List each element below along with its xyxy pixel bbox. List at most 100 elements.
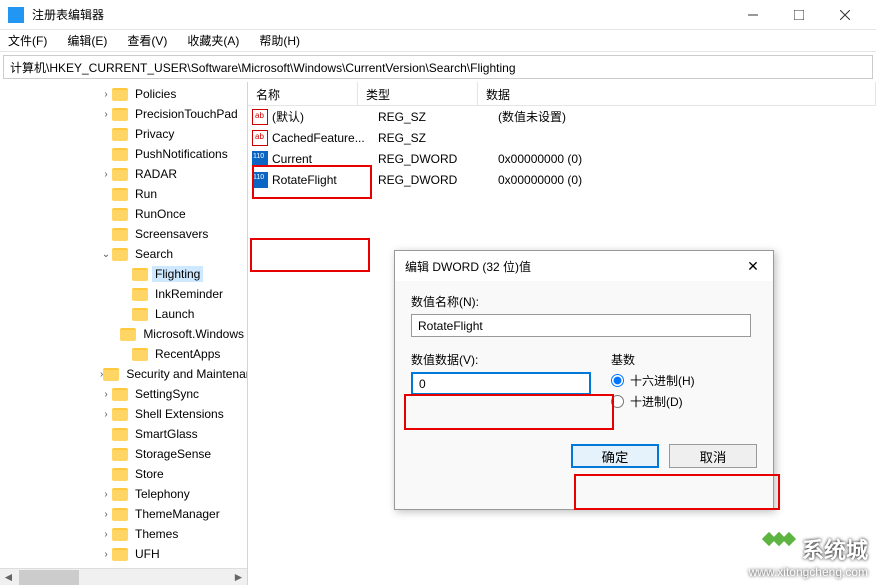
chevron-right-icon[interactable]: › <box>100 169 112 180</box>
tree-item[interactable]: StorageSense <box>0 444 247 464</box>
folder-icon <box>112 528 128 541</box>
string-icon <box>252 130 268 146</box>
dialog-titlebar: 编辑 DWORD (32 位)值 ✕ <box>395 251 773 281</box>
menu-help[interactable]: 帮助(H) <box>255 30 304 51</box>
dialog-close-button[interactable]: ✕ <box>743 258 763 275</box>
tree-item[interactable]: Run <box>0 184 247 204</box>
tree-item[interactable]: SmartGlass <box>0 424 247 444</box>
tree-item[interactable]: ›UFH <box>0 544 247 564</box>
tree-item[interactable]: › Themes <box>0 524 247 544</box>
folder-icon <box>112 448 128 461</box>
tree-hscroll[interactable]: ◄ ► <box>0 568 247 585</box>
folder-icon <box>112 548 128 561</box>
scroll-right-icon[interactable]: ► <box>230 569 247 585</box>
tree-item[interactable]: › ThemeManager <box>0 504 247 524</box>
list-row[interactable]: RotateFlightREG_DWORD0x00000000 (0) <box>248 169 876 190</box>
dec-label: 十进制(D) <box>630 393 683 410</box>
tree-item[interactable]: RunOnce <box>0 204 247 224</box>
tree-item[interactable]: Flighting <box>0 264 247 284</box>
titlebar: 注册表编辑器 <box>0 0 876 30</box>
col-type[interactable]: 类型 <box>358 82 478 105</box>
name-label: 数值名称(N): <box>411 293 757 310</box>
folder-icon <box>112 88 128 101</box>
tree-item-label: RADAR <box>132 166 180 182</box>
tree-item-label: PushNotifications <box>132 146 231 162</box>
maximize-button[interactable] <box>776 0 822 30</box>
col-data[interactable]: 数据 <box>478 82 876 105</box>
chevron-right-icon[interactable]: › <box>100 529 112 540</box>
tree-item[interactable]: InkReminder <box>0 284 247 304</box>
tree-item[interactable]: › Policies <box>0 84 247 104</box>
edit-dword-dialog: 编辑 DWORD (32 位)值 ✕ 数值名称(N): 数值数据(V): 基数 … <box>394 250 774 510</box>
chevron-right-icon[interactable]: › <box>100 489 112 500</box>
tree-item-label: ThemeManager <box>132 506 223 522</box>
window-title: 注册表编辑器 <box>32 6 730 23</box>
string-icon <box>252 109 268 125</box>
folder-icon <box>112 188 128 201</box>
tree-item[interactable]: ›PrecisionTouchPad <box>0 104 247 124</box>
scroll-left-icon[interactable]: ◄ <box>0 569 17 585</box>
tree-item[interactable]: Privacy <box>0 124 247 144</box>
folder-icon <box>132 348 148 361</box>
tree-item[interactable]: Screensavers <box>0 224 247 244</box>
folder-icon <box>120 328 136 341</box>
tree-item-label: Policies <box>132 86 179 102</box>
tree-item[interactable]: › Telephony <box>0 484 247 504</box>
tree-item[interactable]: ›Security and Maintenance <box>0 364 247 384</box>
chevron-down-icon[interactable]: ⌄ <box>100 249 112 260</box>
ok-button[interactable]: 确定 <box>571 444 659 468</box>
tree-item[interactable]: ⌄Search <box>0 244 247 264</box>
menu-view[interactable]: 查看(V) <box>123 30 171 51</box>
cancel-button[interactable]: 取消 <box>669 444 757 468</box>
watermark-url: www.xitongcheng.com <box>749 565 868 579</box>
value-input[interactable] <box>411 372 591 395</box>
folder-icon <box>112 408 128 421</box>
close-button[interactable] <box>822 0 868 30</box>
folder-icon <box>132 268 148 281</box>
tree-view[interactable]: › Policies ›PrecisionTouchPadPrivacy PushNo… <box>0 82 248 585</box>
tree-item-label: Telephony <box>132 486 193 502</box>
list-row[interactable]: (默认)REG_SZ(数值未设置) <box>248 106 876 127</box>
watermark: 系统城 www.xitongcheng.com <box>749 533 868 579</box>
tree-item[interactable]: Store <box>0 464 247 484</box>
list-row[interactable]: CachedFeature...REG_SZ <box>248 127 876 148</box>
tree-item[interactable]: PushNotifications <box>0 144 247 164</box>
chevron-right-icon[interactable]: › <box>100 389 112 400</box>
chevron-right-icon[interactable]: › <box>100 89 112 100</box>
app-icon <box>8 7 24 23</box>
tree-item-label: Microsoft.Windows <box>140 326 247 342</box>
radio-dec[interactable] <box>611 395 624 408</box>
menu-file[interactable]: 文件(F) <box>4 30 51 51</box>
chevron-right-icon[interactable]: › <box>100 409 112 420</box>
tree-item-label: Screensavers <box>132 226 211 242</box>
cell-data: 0x00000000 (0) <box>498 152 876 166</box>
folder-icon <box>112 248 128 261</box>
folder-icon <box>112 208 128 221</box>
dword-icon <box>252 151 268 167</box>
chevron-right-icon[interactable]: › <box>100 509 112 520</box>
data-label: 数值数据(V): <box>411 351 591 368</box>
tree-item[interactable]: ›SettingSync <box>0 384 247 404</box>
folder-icon <box>112 108 128 121</box>
tree-item[interactable]: › RADAR <box>0 164 247 184</box>
scroll-thumb[interactable] <box>19 570 79 585</box>
tree-item-label: Security and Maintenance <box>123 366 248 382</box>
folder-icon <box>112 228 128 241</box>
tree-item[interactable]: RecentApps <box>0 344 247 364</box>
col-name[interactable]: 名称 <box>248 82 358 105</box>
menu-edit[interactable]: 编辑(E) <box>63 30 111 51</box>
minimize-button[interactable] <box>730 0 776 30</box>
tree-item[interactable]: Microsoft.Windows <box>0 324 247 344</box>
radio-hex[interactable] <box>611 374 624 387</box>
chevron-right-icon[interactable]: › <box>100 109 112 120</box>
tree-item[interactable]: ›Shell Extensions <box>0 404 247 424</box>
menu-favorites[interactable]: 收藏夹(A) <box>183 30 243 51</box>
chevron-right-icon[interactable]: › <box>100 549 112 560</box>
tree-item-label: Themes <box>132 526 181 542</box>
list-row[interactable]: CurrentREG_DWORD0x00000000 (0) <box>248 148 876 169</box>
tree-item[interactable]: Launch <box>0 304 247 324</box>
tree-item-label: SmartGlass <box>132 426 201 442</box>
address-bar[interactable]: 计算机\HKEY_CURRENT_USER\Software\Microsoft… <box>3 55 873 79</box>
dialog-title: 编辑 DWORD (32 位)值 <box>405 258 743 275</box>
name-input[interactable] <box>411 314 751 337</box>
